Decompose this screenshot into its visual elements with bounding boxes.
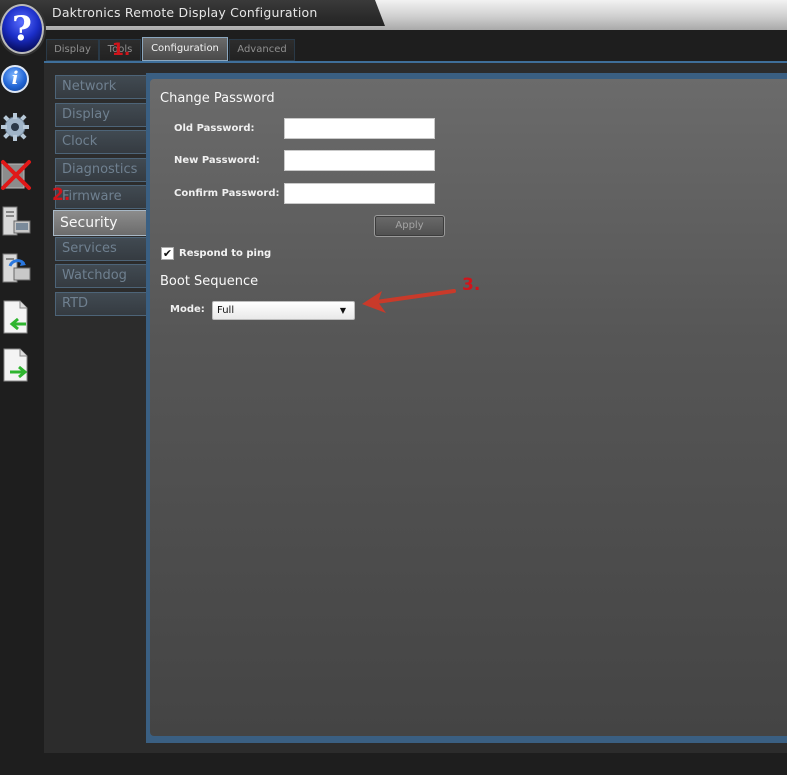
mode-selected-value: Full: [217, 305, 235, 316]
confirm-password-label: Confirm Password:: [174, 188, 280, 199]
tab-configuration[interactable]: Configuration: [142, 37, 228, 61]
sidebar-item-network[interactable]: Network: [55, 75, 147, 99]
info-icon[interactable]: i: [0, 63, 32, 97]
help-glyph: ?: [12, 9, 32, 49]
change-password-title: Change Password: [160, 91, 275, 106]
annotation-step-3: 3.: [462, 275, 481, 295]
sidebar-item-clock[interactable]: Clock: [55, 130, 147, 154]
sidebar-item-watchdog[interactable]: Watchdog: [55, 264, 147, 288]
content-panel: [150, 79, 787, 736]
annotation-step-2: 2.: [52, 185, 71, 205]
sidebar-item-diagnostics[interactable]: Diagnostics: [55, 158, 147, 182]
tab-display[interactable]: Display: [46, 39, 99, 61]
gear-icon[interactable]: [0, 110, 32, 144]
help-icon[interactable]: ?: [0, 4, 44, 54]
tab-advanced[interactable]: Advanced: [229, 39, 295, 61]
old-password-input[interactable]: [284, 118, 435, 139]
computer-icon[interactable]: [0, 205, 32, 239]
window-title: Daktronics Remote Display Configuration: [52, 5, 318, 20]
mode-select[interactable]: Full ▼: [212, 301, 355, 320]
mode-label: Mode:: [170, 304, 205, 315]
computer-sync-icon[interactable]: [0, 252, 32, 286]
new-password-label: New Password:: [174, 155, 260, 166]
annotation-arrow-icon: [362, 289, 456, 313]
tab-bar: Display Tools Configuration Advanced: [44, 36, 787, 62]
sidebar-item-rtd[interactable]: RTD: [55, 292, 147, 316]
document-export-icon[interactable]: [0, 348, 32, 382]
annotation-step-1: 1.: [112, 40, 131, 60]
sidebar-item-security[interactable]: Security: [53, 210, 149, 236]
boot-sequence-title: Boot Sequence: [160, 274, 259, 289]
respond-to-ping-label: Respond to ping: [179, 248, 272, 259]
confirm-password-input[interactable]: [284, 183, 435, 204]
sidebar-item-display[interactable]: Display: [55, 103, 147, 127]
chevron-down-icon: ▼: [339, 306, 346, 315]
bottom-bar: [44, 753, 787, 775]
close-x-icon[interactable]: [0, 158, 32, 192]
apply-button[interactable]: Apply: [374, 215, 445, 237]
sidebar-item-services[interactable]: Services: [55, 237, 147, 261]
document-import-icon[interactable]: [0, 300, 32, 334]
new-password-input[interactable]: [284, 150, 435, 171]
respond-to-ping-checkbox[interactable]: ✔: [161, 247, 174, 260]
old-password-label: Old Password:: [174, 123, 255, 134]
info-glyph: i: [1, 65, 29, 93]
